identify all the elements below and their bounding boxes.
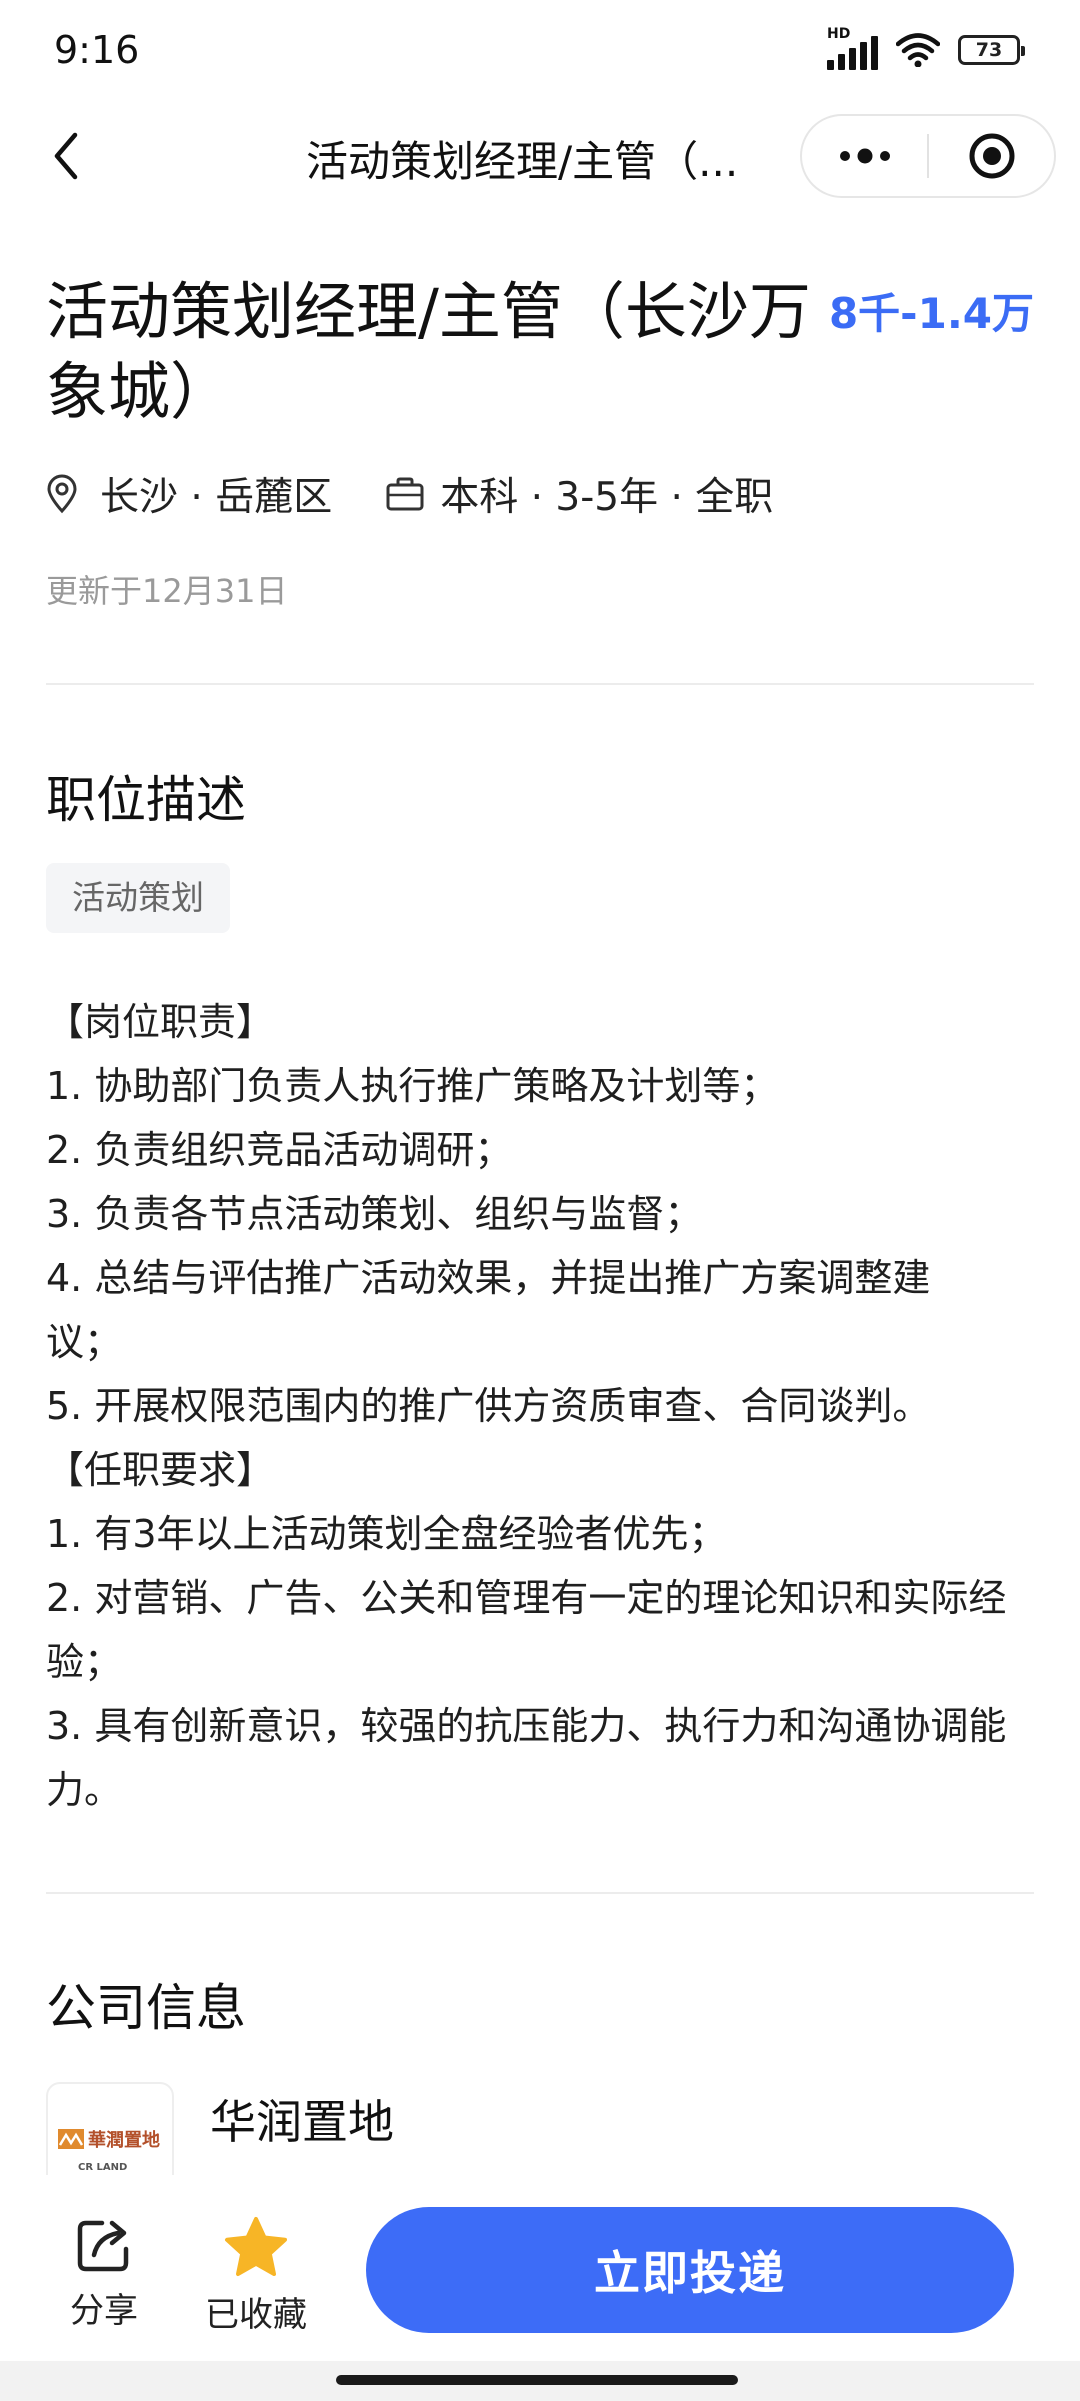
briefcase-icon — [386, 473, 424, 515]
status-time: 9:16 — [54, 28, 140, 72]
desc-line: 1. 协助部门负责人执行推广策略及计划等； — [46, 1064, 779, 1108]
updated-date: 更新于12月31日 — [46, 572, 288, 610]
job-description-title: 职位描述 — [46, 771, 246, 829]
hd-label: HD — [827, 26, 851, 42]
target-icon — [969, 133, 1014, 179]
share-button[interactable]: 分享 — [44, 2215, 164, 2332]
requirements-group: 本科 · 3-5年 · 全职 — [386, 466, 773, 522]
status-bar: 9:16 HD 73 — [0, 0, 1080, 104]
back-button[interactable] — [36, 126, 96, 186]
status-icons: HD 73 — [827, 26, 1025, 70]
location-pin-icon — [46, 473, 84, 515]
battery-level: 73 — [975, 39, 1003, 61]
desc-line: 3. 具有创新意识，较强的抗压能力、执行力和沟通协调能力。 — [46, 1704, 1007, 1812]
logo-mark — [58, 2129, 84, 2149]
desc-line: 【岗位职责】 — [46, 1000, 275, 1044]
desc-line: 3. 负责各节点活动策划、组织与监督； — [46, 1192, 703, 1236]
logo-text: 華潤置地 — [88, 2130, 160, 2151]
more-button[interactable] — [802, 116, 927, 196]
job-title: 活动策划经理/主管（长沙万象城） — [46, 275, 811, 428]
section-divider — [46, 683, 1034, 685]
salary: 8千-1.4万 — [828, 289, 1034, 338]
company-card[interactable]: 華潤置地 CR LAND 华润置地 — [46, 2082, 1034, 2210]
job-requirements: 本科 · 3-5年 · 全职 — [440, 475, 774, 520]
desc-line: 2. 对营销、广告、公关和管理有一定的理论知识和实际经验； — [46, 1576, 1007, 1684]
bottom-action-bar: 分享 已收藏 立即投递 — [0, 2175, 1080, 2361]
wifi-icon — [896, 33, 940, 67]
apply-now-button[interactable]: 立即投递 — [366, 2207, 1014, 2333]
location-group: 长沙 · 岳麓区 — [46, 466, 332, 522]
favorite-label: 已收藏 — [205, 2295, 307, 2335]
company-name[interactable]: 华润置地 — [210, 2086, 394, 2152]
home-indicator-area — [0, 2361, 1080, 2401]
battery-icon: 73 — [958, 35, 1025, 65]
job-description-body: 【岗位职责】 1. 协助部门负责人执行推广策略及计划等； 2. 负责组织竞品活动… — [46, 990, 1036, 1822]
share-icon — [77, 2220, 129, 2272]
job-meta: 长沙 · 岳麓区 本科 · 3-5年 · 全职 — [46, 466, 827, 522]
logo-subtext: CR LAND — [78, 2162, 128, 2173]
section-divider — [46, 1892, 1034, 1894]
home-indicator[interactable] — [336, 2375, 738, 2385]
desc-line: 5. 开展权限范围内的推广供方资质审查、合同谈判。 — [46, 1384, 931, 1428]
job-location: 长沙 · 岳麓区 — [100, 475, 333, 520]
favorite-button[interactable]: 已收藏 — [196, 2215, 316, 2336]
close-mini-program-button[interactable] — [929, 116, 1054, 196]
desc-line: 1. 有3年以上活动策划全盘经验者优先； — [46, 1512, 727, 1556]
desc-line: 【任职要求】 — [46, 1448, 275, 1492]
more-dots-icon — [839, 148, 890, 164]
star-icon — [225, 2217, 287, 2276]
nav-bar: 活动策划经理/主管（... — [0, 104, 1080, 208]
cellular-signal-icon: HD — [827, 26, 878, 70]
company-info-title: 公司信息 — [46, 1979, 246, 2037]
desc-line: 2. 负责组织竞品活动调研； — [46, 1128, 513, 1172]
job-tag: 活动策划 — [46, 863, 230, 933]
mini-program-capsule — [800, 114, 1056, 198]
chevron-left-icon — [54, 132, 78, 180]
nav-title: 活动策划经理/主管（... — [306, 137, 739, 186]
desc-line: 4. 总结与评估推广活动效果，并提出推广方案调整建议； — [46, 1256, 931, 1364]
share-label: 分享 — [70, 2291, 138, 2331]
